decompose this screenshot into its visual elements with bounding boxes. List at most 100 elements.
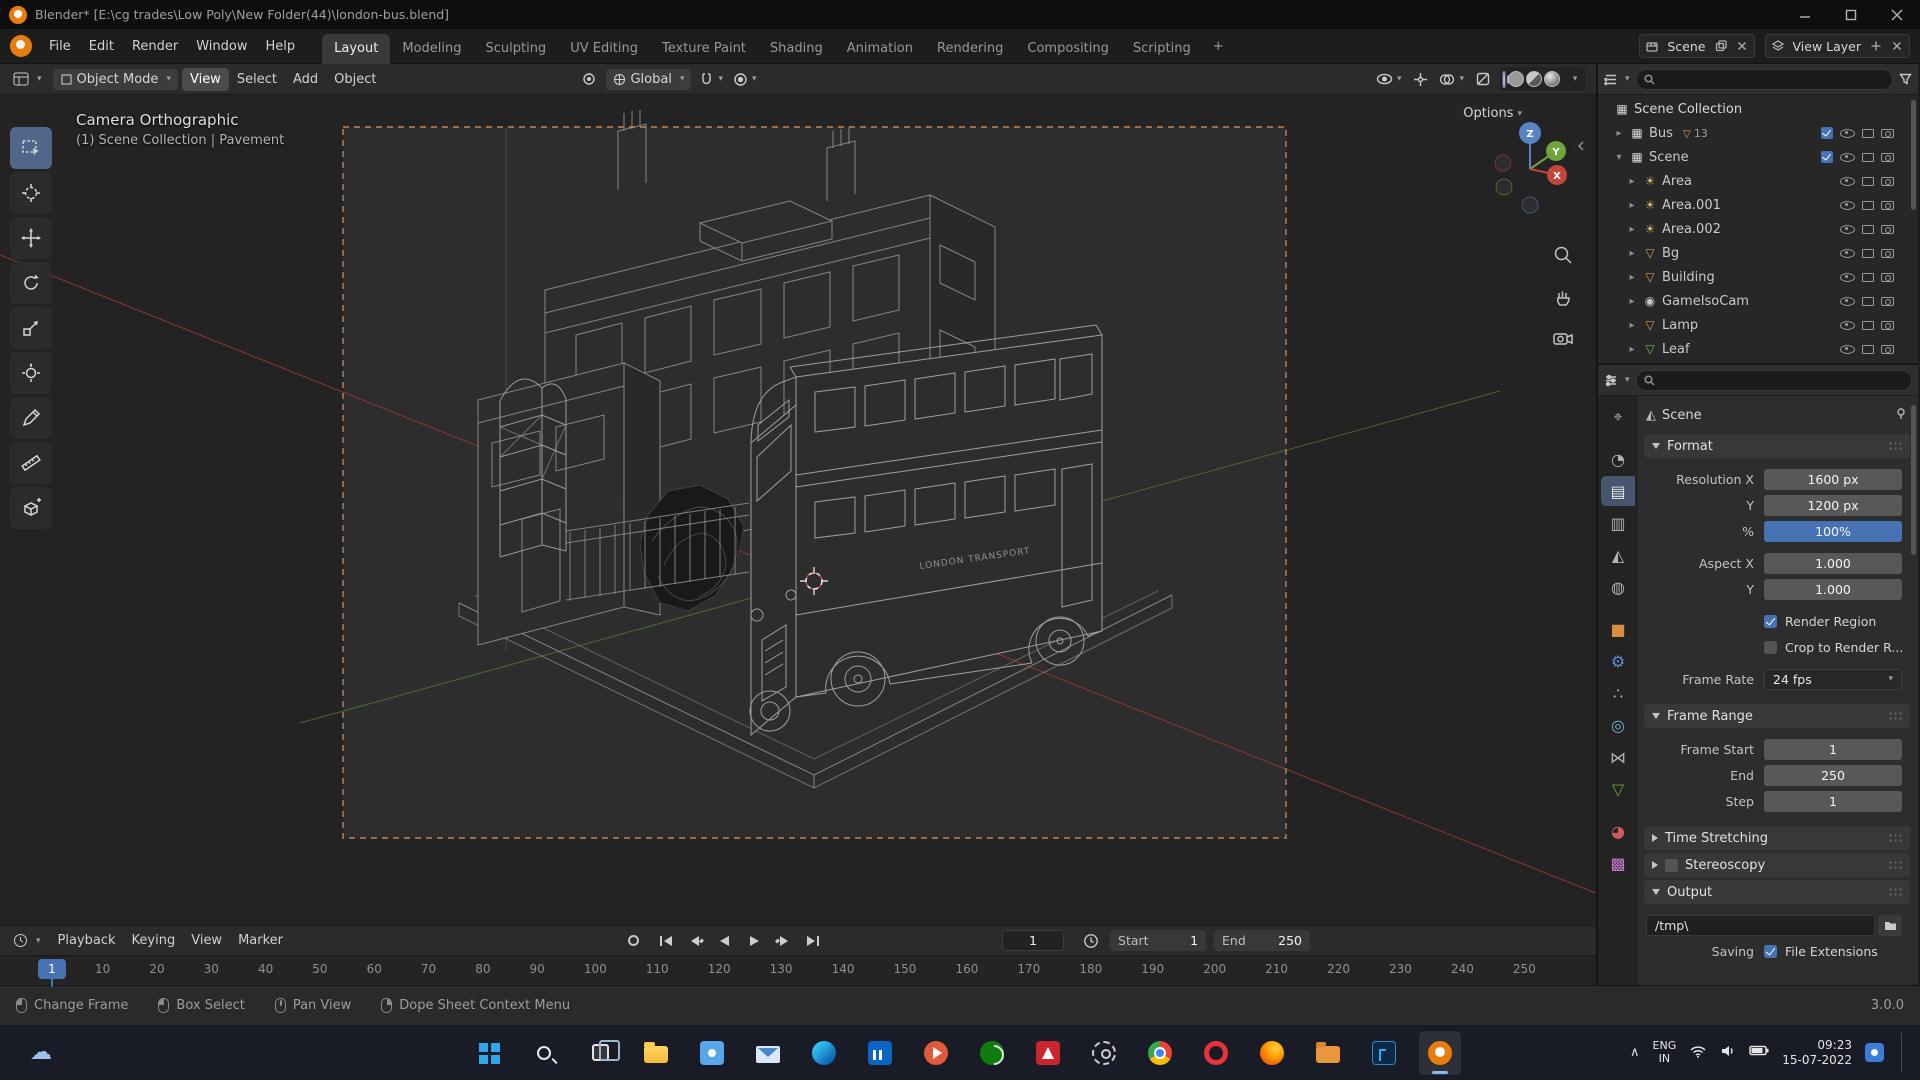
maximize-button[interactable] xyxy=(1828,0,1874,29)
mode-selector[interactable]: Object Mode xyxy=(52,68,178,90)
disable-viewport-icon[interactable] xyxy=(1862,152,1874,162)
properties-tab-scene[interactable]: ◭ xyxy=(1601,540,1635,570)
properties-tab-physics[interactable]: ◎ xyxy=(1601,710,1635,740)
add-workspace-button[interactable]: + xyxy=(1203,33,1234,60)
hide-eye-icon[interactable] xyxy=(1840,320,1855,330)
taskbar-icon-xbox[interactable] xyxy=(971,1031,1013,1075)
new-scene-icon[interactable] xyxy=(1713,38,1729,54)
volume-icon[interactable] xyxy=(1720,1044,1736,1062)
properties-tab-output[interactable]: ▤ xyxy=(1601,476,1635,506)
hide-eye-icon[interactable] xyxy=(1840,200,1855,210)
outliner-editor-type-button[interactable] xyxy=(1604,73,1630,86)
resolution-percent-slider[interactable]: 100% xyxy=(1764,520,1902,542)
viewport-menu-item[interactable]: Select xyxy=(229,68,285,91)
disable-render-icon[interactable] xyxy=(1881,224,1894,234)
tool-annotate[interactable] xyxy=(10,397,52,439)
jump-to-start-button[interactable] xyxy=(654,931,680,951)
tool-transform[interactable] xyxy=(10,352,52,394)
file-extensions-checkbox[interactable] xyxy=(1764,944,1777,958)
shading-options-icon[interactable] xyxy=(1562,68,1584,90)
exclude-checkbox[interactable] xyxy=(1821,151,1833,163)
tool-measure[interactable] xyxy=(10,442,52,484)
unlink-scene-icon[interactable] xyxy=(1734,38,1750,54)
taskbar-icon-media[interactable] xyxy=(915,1031,957,1075)
expand-icon[interactable]: ▸ xyxy=(1626,200,1638,211)
outliner-row[interactable]: ▸ ▽ Leaf xyxy=(1598,337,1918,361)
disable-render-icon[interactable] xyxy=(1881,152,1894,162)
show-desktop-button[interactable] xyxy=(1901,1032,1904,1073)
outliner-row[interactable]: ▾ ▦ Scene xyxy=(1598,145,1918,169)
playhead[interactable]: 1 xyxy=(38,959,66,987)
stereoscopy-checkbox[interactable] xyxy=(1665,858,1678,872)
disable-viewport-icon[interactable] xyxy=(1862,320,1874,330)
outliner-row[interactable]: ▸ ▽ Building xyxy=(1598,265,1918,289)
expand-icon[interactable]: ▸ xyxy=(1613,128,1625,139)
disable-render-icon[interactable] xyxy=(1881,128,1894,138)
stereoscopy-section-header[interactable]: Stereoscopy xyxy=(1644,853,1910,877)
frame-rate-dropdown[interactable]: 24 fps xyxy=(1764,668,1902,690)
outliner-row[interactable]: ▸ ☀ Area.001 xyxy=(1598,193,1918,217)
taskbar-icon-firefox[interactable] xyxy=(1251,1031,1293,1075)
notification-icon[interactable] xyxy=(1865,1043,1884,1062)
viewport-menu-item[interactable]: View xyxy=(181,67,229,91)
hide-eye-icon[interactable] xyxy=(1840,224,1855,234)
disable-render-icon[interactable] xyxy=(1881,176,1894,186)
menu-item[interactable]: Render xyxy=(123,35,187,58)
output-section-header[interactable]: Output xyxy=(1644,880,1910,904)
tool-cursor[interactable] xyxy=(10,172,52,214)
camera-view-icon[interactable] xyxy=(1552,329,1574,351)
time-stretching-section-header[interactable]: Time Stretching xyxy=(1644,826,1910,850)
frame-end-field[interactable]: End 250 xyxy=(1214,930,1311,951)
render-region-checkbox[interactable] xyxy=(1764,614,1777,628)
properties-tab-view-layer[interactable]: ▥ xyxy=(1601,508,1635,538)
play-button[interactable] xyxy=(741,931,767,951)
snapping-magnet-icon[interactable] xyxy=(697,68,725,90)
exclude-checkbox[interactable] xyxy=(1821,127,1833,139)
hide-eye-icon[interactable] xyxy=(1840,128,1855,138)
outliner-search-input[interactable] xyxy=(1659,72,1885,86)
outliner-row[interactable]: ▸ ▦ Bus 13 xyxy=(1598,121,1918,145)
disable-render-icon[interactable] xyxy=(1881,344,1894,354)
workspace-tab[interactable]: Compositing xyxy=(1015,34,1121,64)
timeline-menu-item[interactable]: Marker xyxy=(230,929,291,952)
language-indicator[interactable]: ENG IN xyxy=(1653,1039,1677,1065)
expand-icon[interactable]: ▸ xyxy=(1626,344,1638,355)
show-gizmo-icon[interactable] xyxy=(1409,68,1431,90)
viewport-menu-item[interactable]: Add xyxy=(285,68,326,91)
shading-rendered-button[interactable] xyxy=(1544,71,1560,87)
disable-render-icon[interactable] xyxy=(1881,272,1894,282)
properties-tab-constraints[interactable]: ⋈ xyxy=(1601,742,1635,772)
disable-viewport-icon[interactable] xyxy=(1862,128,1874,138)
browse-folder-icon[interactable] xyxy=(1878,914,1902,936)
disable-viewport-icon[interactable] xyxy=(1862,272,1874,282)
frame-start-field[interactable]: 1 xyxy=(1764,738,1902,760)
disable-render-icon[interactable] xyxy=(1881,248,1894,258)
workspace-tab[interactable]: Scripting xyxy=(1121,34,1203,64)
taskbar-icon-mail[interactable] xyxy=(747,1031,789,1075)
taskbar-icon-adobe[interactable] xyxy=(1027,1031,1069,1075)
wifi-icon[interactable] xyxy=(1689,1044,1707,1062)
frame-end-field[interactable]: 250 xyxy=(1764,764,1902,786)
timeline-menu-item[interactable]: Playback xyxy=(50,929,124,952)
properties-tab-object-data[interactable]: ▽ xyxy=(1601,774,1635,804)
properties-tab-tool[interactable]: ⌖ xyxy=(1601,402,1635,432)
timeline-menu-item[interactable]: Keying xyxy=(124,929,184,952)
format-section-header[interactable]: Format xyxy=(1644,434,1910,458)
pan-hand-icon[interactable] xyxy=(1553,287,1573,311)
proportional-editing-icon[interactable] xyxy=(731,68,759,90)
outliner-search[interactable] xyxy=(1635,68,1893,90)
prev-keyframe-button[interactable] xyxy=(683,931,709,951)
minimize-button[interactable] xyxy=(1782,0,1828,29)
aspect-y-field[interactable]: 1.000 xyxy=(1764,578,1902,600)
clock[interactable]: 09:23 15-07-2022 xyxy=(1782,1038,1852,1068)
outliner-row[interactable]: ▸ ▽ Lamp xyxy=(1598,313,1918,337)
output-path-field[interactable]: /tmp\ xyxy=(1646,914,1875,936)
timeline-editor-type-button[interactable] xyxy=(6,930,48,951)
outliner-row[interactable]: ▸ ☀ Area.002 xyxy=(1598,217,1918,241)
tool-scale[interactable] xyxy=(10,307,52,349)
pin-icon[interactable] xyxy=(1895,407,1908,424)
properties-search-input[interactable] xyxy=(1659,373,1904,387)
disable-viewport-icon[interactable] xyxy=(1862,344,1874,354)
close-button[interactable] xyxy=(1874,0,1920,29)
hide-eye-icon[interactable] xyxy=(1840,272,1855,282)
